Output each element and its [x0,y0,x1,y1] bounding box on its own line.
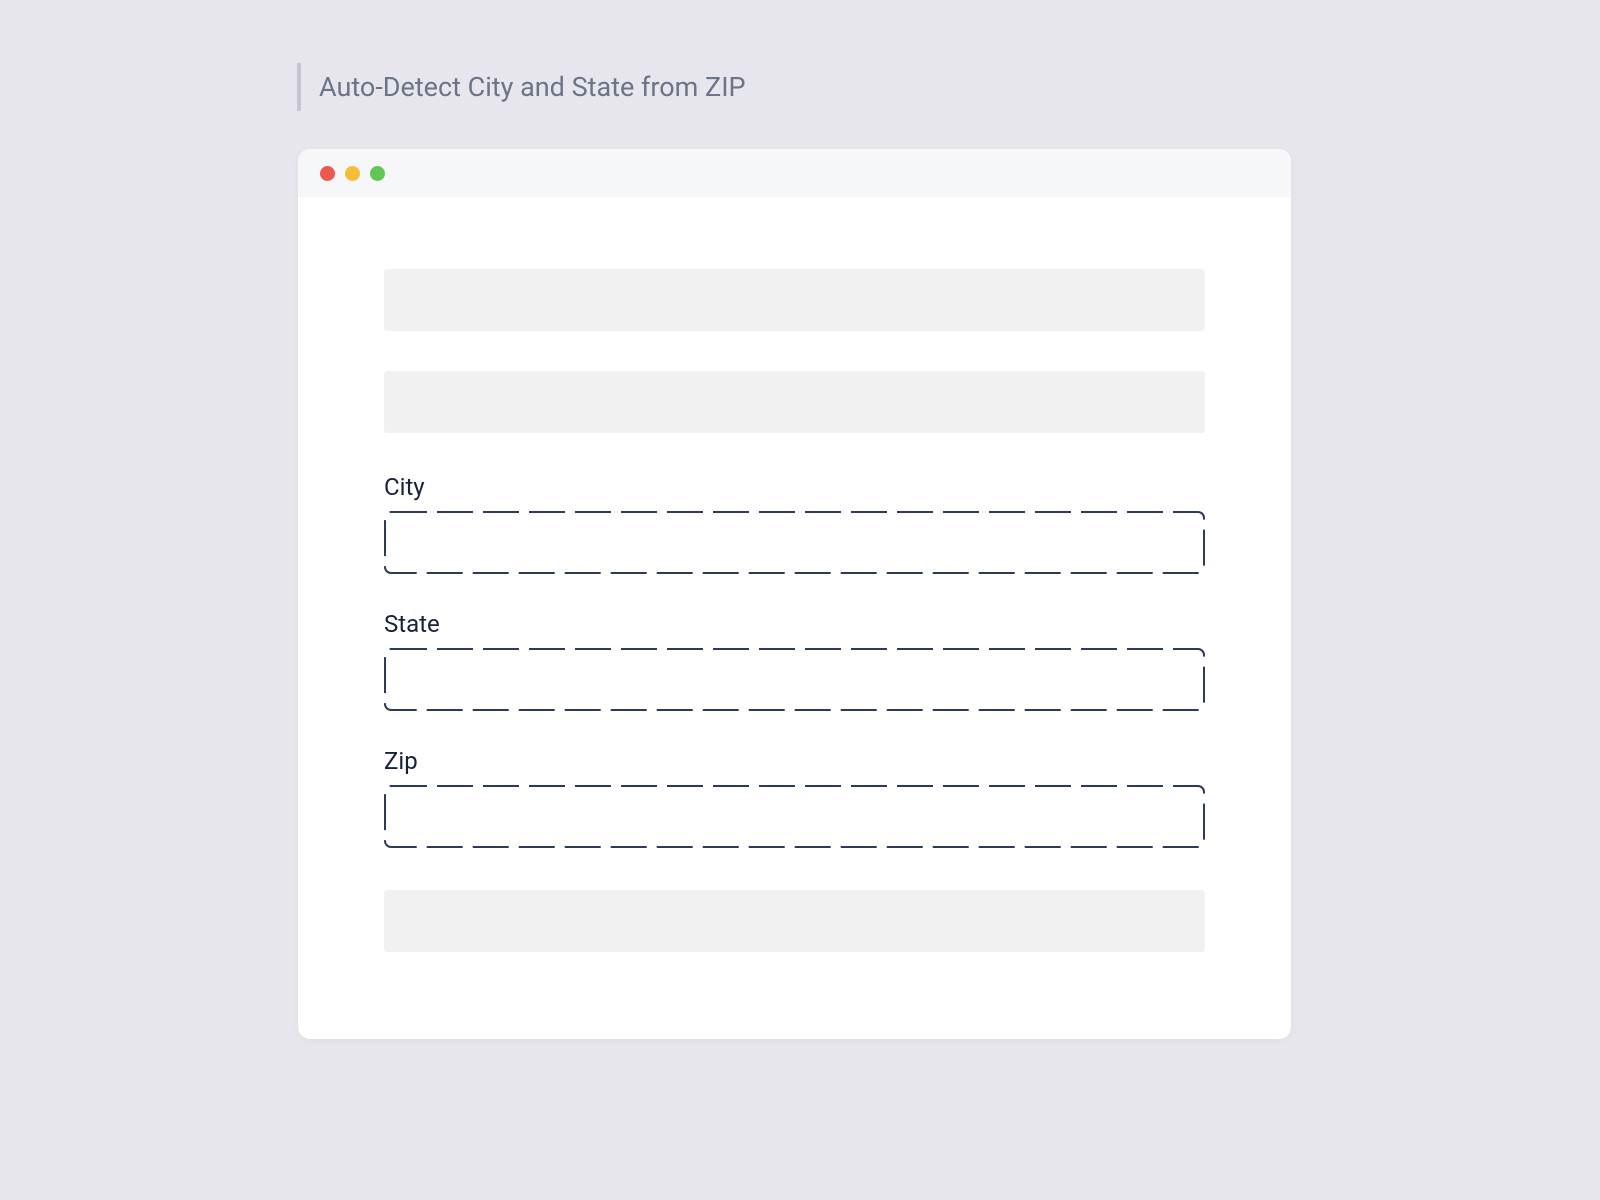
app-window: City State Zip [298,149,1291,1039]
page-title: Auto-Detect City and State from ZIP [319,71,746,103]
maximize-icon[interactable] [370,166,385,181]
zip-field-group: Zip [384,747,1205,848]
zip-input[interactable] [384,785,1205,848]
page-title-wrap: Auto-Detect City and State from ZIP [297,63,746,111]
minimize-icon[interactable] [345,166,360,181]
window-content: City State Zip [298,197,1291,952]
city-input[interactable] [384,511,1205,574]
title-accent-bar [297,63,301,111]
close-icon[interactable] [320,166,335,181]
city-field-group: City [384,473,1205,574]
state-input-wrap [384,648,1205,711]
city-input-wrap [384,511,1205,574]
window-titlebar [298,149,1291,197]
placeholder-block [384,269,1205,331]
state-input[interactable] [384,648,1205,711]
state-field-group: State [384,610,1205,711]
placeholder-block [384,371,1205,433]
city-label: City [384,473,1205,501]
state-label: State [384,610,1205,638]
zip-input-wrap [384,785,1205,848]
placeholder-block [384,890,1205,952]
zip-label: Zip [384,747,1205,775]
